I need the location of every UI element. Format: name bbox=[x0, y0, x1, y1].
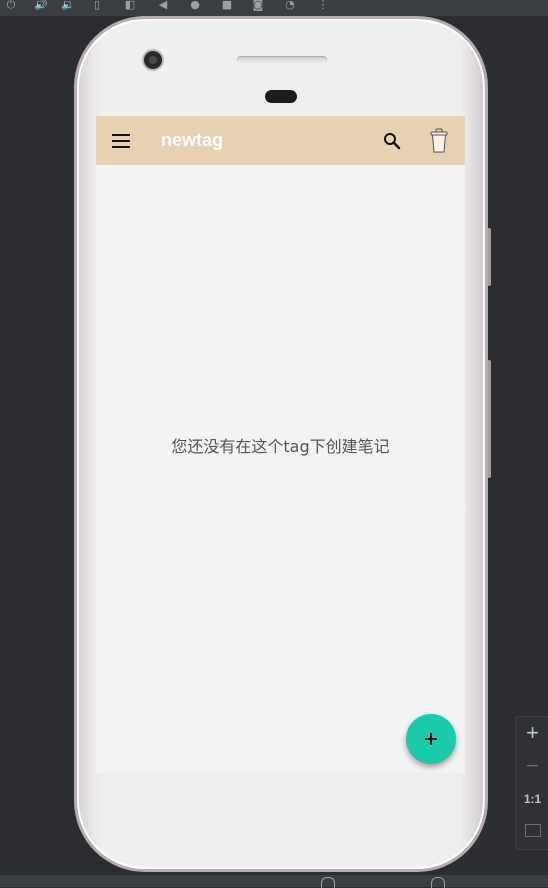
home-icon[interactable]: ● bbox=[188, 0, 202, 10]
device-screen: newtag 您还没有在这个tag下创建笔记 bbox=[96, 116, 465, 773]
layout-icon[interactable] bbox=[431, 877, 445, 888]
actual-size-button[interactable]: 1:1 bbox=[516, 783, 548, 815]
volume-up-icon[interactable]: 🔊 bbox=[34, 0, 48, 10]
overview-icon[interactable]: ■ bbox=[220, 0, 234, 10]
volume-down-icon[interactable]: 🔉 bbox=[61, 0, 75, 10]
rotate-left-icon[interactable]: ▯ bbox=[90, 0, 104, 10]
more-icon[interactable]: ⋮ bbox=[316, 0, 330, 10]
app-bar: newtag bbox=[96, 116, 465, 165]
power-icon[interactable]: ⏻ bbox=[4, 0, 18, 10]
zoom-in-button[interactable]: + bbox=[516, 717, 548, 749]
page-title: newtag bbox=[161, 130, 224, 150]
zoom-controls: + − 1:1 bbox=[515, 716, 548, 850]
back-icon[interactable]: ◀ bbox=[156, 0, 170, 10]
fit-screen-button[interactable] bbox=[516, 816, 548, 848]
add-note-button[interactable] bbox=[406, 714, 456, 764]
rotate-right-icon[interactable]: ◧ bbox=[123, 0, 137, 10]
search-icon[interactable] bbox=[383, 132, 401, 150]
phone-power-button bbox=[487, 228, 491, 286]
hamburger-menu-icon[interactable] bbox=[112, 134, 130, 148]
front-camera bbox=[144, 51, 162, 69]
screenshot-icon[interactable]: ◙ bbox=[251, 0, 265, 10]
status-icon[interactable] bbox=[321, 877, 335, 888]
proximity-sensor bbox=[265, 90, 297, 103]
zoom-out-button[interactable]: − bbox=[516, 750, 548, 782]
emulator-toolbar: ⏻ 🔊 🔉 ▯ ◧ ◀ ● ■ ◙ ◔ ⋮ bbox=[0, 0, 548, 16]
phone-speaker bbox=[237, 56, 327, 64]
trash-can-icon[interactable] bbox=[429, 128, 449, 154]
phone-volume-button bbox=[487, 360, 491, 478]
zoom-icon[interactable]: ◔ bbox=[283, 0, 297, 10]
fit-screen-icon bbox=[525, 824, 541, 837]
empty-notes-message: 您还没有在这个tag下创建笔记 bbox=[171, 437, 390, 456]
ide-status-bar bbox=[0, 875, 548, 888]
